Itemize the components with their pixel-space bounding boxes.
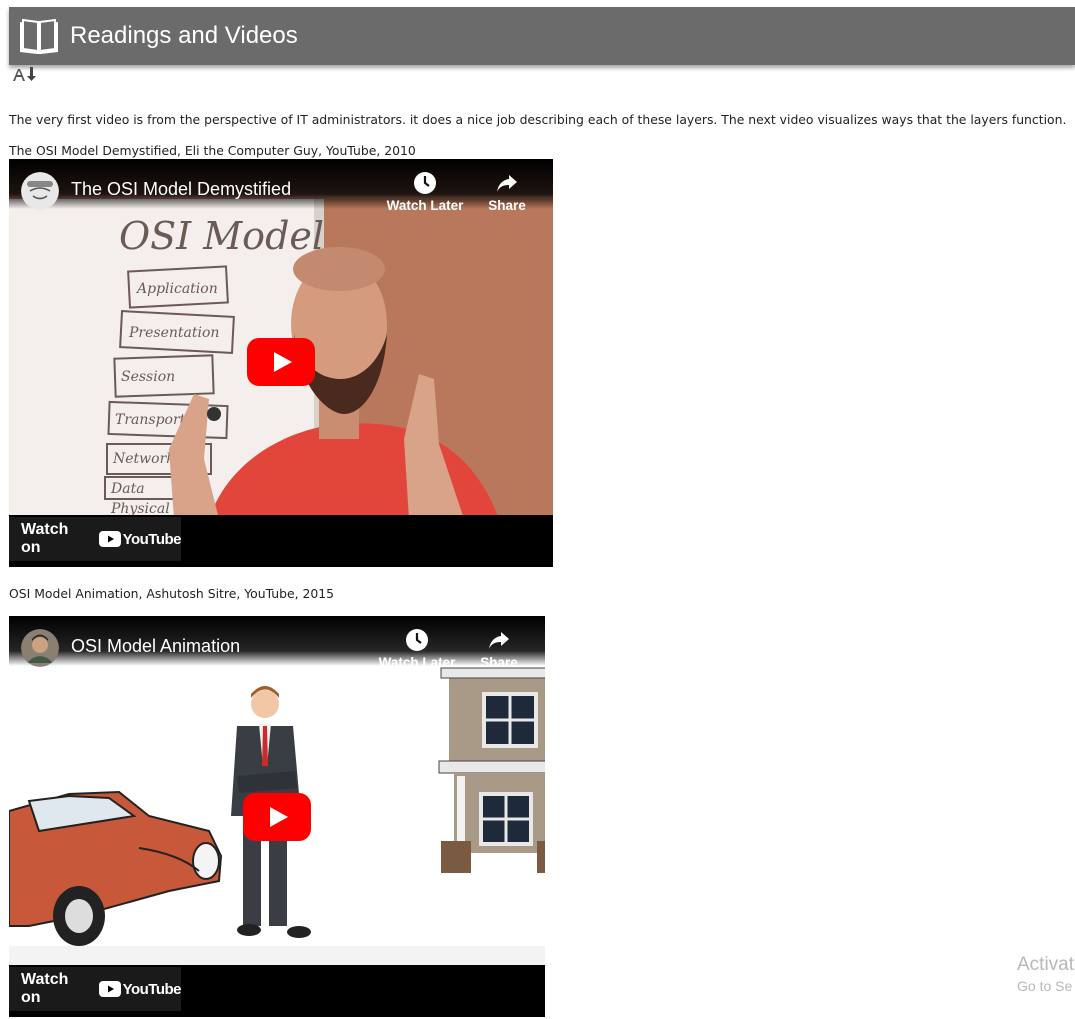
share-label: Share [488, 198, 526, 213]
watch-on-youtube-button[interactable]: Watch on YouTube [9, 517, 182, 561]
video-citation: OSI Model Animation, Ashutosh Sitre, You… [9, 586, 335, 601]
video-title[interactable]: The OSI Model Demystified [71, 179, 291, 200]
watch-later-label: Watch Later [386, 198, 464, 213]
video-bottom-bar: Watch on YouTube [9, 965, 545, 1017]
share-button[interactable]: Share [467, 171, 547, 213]
activation-watermark: Activat Go to Se [1017, 954, 1074, 994]
share-button[interactable]: Share [459, 628, 539, 670]
page-title: Readings and Videos [70, 22, 298, 49]
section-header: Readings and Videos [9, 7, 1075, 65]
watch-later-label: Watch Later [378, 655, 456, 670]
layer-label: Transport [115, 412, 186, 428]
watch-later-button[interactable]: Watch Later [385, 171, 465, 213]
video-citation: The OSI Model Demystified, Eli the Compu… [9, 143, 416, 158]
watermark-line-1: Activat [1017, 954, 1075, 975]
layer-label: Presentation [128, 325, 219, 341]
watch-later-button[interactable]: Watch Later [377, 628, 457, 670]
play-button[interactable] [243, 793, 311, 841]
video-bottom-bar: Watch on YouTube [9, 515, 553, 567]
play-button[interactable] [247, 338, 315, 386]
video-embed-osi-animation[interactable]: OSI Model Animation Watch Later Share Wa… [9, 616, 545, 1017]
channel-avatar[interactable] [21, 172, 59, 210]
watch-on-label: Watch on [21, 521, 69, 556]
video-title[interactable]: OSI Model Animation [71, 636, 240, 657]
open-book-icon [20, 18, 58, 54]
youtube-logo: YouTube [98, 980, 182, 998]
channel-avatar[interactable] [21, 629, 59, 667]
share-label: Share [480, 655, 518, 670]
video-embed-osi-demystified[interactable]: OSI Model Application Presentation Sessi… [9, 159, 553, 567]
watermark-line-2: Go to Se [1017, 978, 1073, 994]
layer-label: Application [135, 281, 218, 297]
share-icon [489, 632, 509, 649]
watch-on-label: Watch on [21, 971, 69, 1006]
share-icon [497, 175, 517, 192]
youtube-wordmark: YouTube [122, 980, 182, 998]
layer-label: Session [121, 369, 175, 385]
youtube-wordmark: YouTube [122, 530, 182, 548]
youtube-logo: YouTube [98, 530, 182, 548]
clock-icon [414, 172, 436, 194]
sort-icon[interactable] [12, 66, 38, 82]
clock-icon [406, 629, 428, 651]
intro-text: The very first video is from the perspec… [9, 112, 1067, 127]
youtube-play-icon [98, 981, 121, 997]
watch-on-youtube-button[interactable]: Watch on YouTube [9, 967, 182, 1011]
layer-label: Data [110, 481, 145, 497]
layer-label: Network [112, 451, 175, 467]
youtube-play-icon [98, 531, 121, 547]
whiteboard-heading: OSI Model [119, 214, 324, 258]
